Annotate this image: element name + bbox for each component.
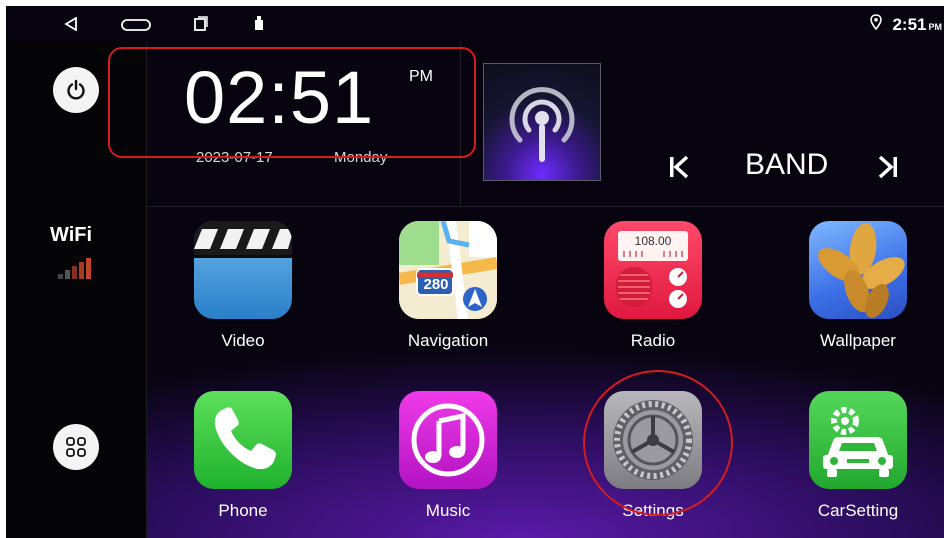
- recents-square-icon[interactable]: [194, 16, 208, 31]
- wifi-label[interactable]: WiFi: [50, 224, 92, 247]
- app-phone[interactable]: Phone: [173, 391, 313, 538]
- highlight-circle-clock: [108, 47, 476, 158]
- status-bar: 2:51 PM: [6, 6, 944, 42]
- nav-road-number: 280: [423, 276, 449, 293]
- video-clapper-icon: [194, 221, 292, 319]
- app-label: Wallpaper: [820, 331, 896, 350]
- app-radio[interactable]: 108.00 Radio: [583, 221, 723, 381]
- apps-grid-icon: [66, 437, 86, 457]
- highlight-circle-settings: [583, 370, 733, 516]
- app-music[interactable]: Music: [378, 391, 518, 538]
- power-button[interactable]: [53, 67, 99, 113]
- skip-next-icon[interactable]: [875, 149, 905, 185]
- app-wallpaper[interactable]: Wallpaper: [788, 221, 928, 381]
- power-icon: [67, 79, 85, 100]
- signal-bars-icon: [58, 258, 91, 279]
- map-navigation-icon: 280: [399, 221, 497, 319]
- usb-icon: [255, 16, 263, 30]
- band-button[interactable]: BAND: [745, 148, 828, 182]
- car-head-unit-screen: 2:51PM WiFi 02:51 PM 2023-07-17 Monday: [6, 6, 944, 538]
- car-gear-icon: [809, 391, 907, 489]
- radio-frequency: 108.00: [634, 234, 672, 248]
- app-navigation[interactable]: 280 Navigation: [378, 221, 518, 381]
- skip-previous-icon[interactable]: [662, 149, 692, 185]
- radio-icon: 108.00: [604, 221, 702, 319]
- back-triangle-icon[interactable]: [64, 17, 78, 31]
- home-pill-icon[interactable]: [121, 19, 151, 31]
- app-carsetting[interactable]: CarSetting: [788, 391, 928, 538]
- phone-handset-icon: [194, 391, 292, 489]
- app-label: Phone: [218, 501, 268, 520]
- leaves-wallpaper-icon: [809, 221, 907, 319]
- divider: [146, 206, 944, 207]
- app-label: Music: [425, 501, 471, 520]
- app-label: CarSetting: [817, 501, 899, 520]
- status-clock: 2:51 PM: [892, 15, 942, 34]
- app-video[interactable]: Video: [173, 221, 313, 381]
- apps-drawer-button[interactable]: [53, 424, 99, 470]
- app-label: Radio: [630, 331, 676, 350]
- media-album-art[interactable]: [483, 63, 601, 181]
- app-label: Navigation: [407, 331, 489, 350]
- location-pin-icon: [870, 14, 882, 30]
- music-note-icon: [399, 391, 497, 489]
- podcast-broadcast-icon: [509, 87, 575, 162]
- app-label: Video: [221, 331, 265, 350]
